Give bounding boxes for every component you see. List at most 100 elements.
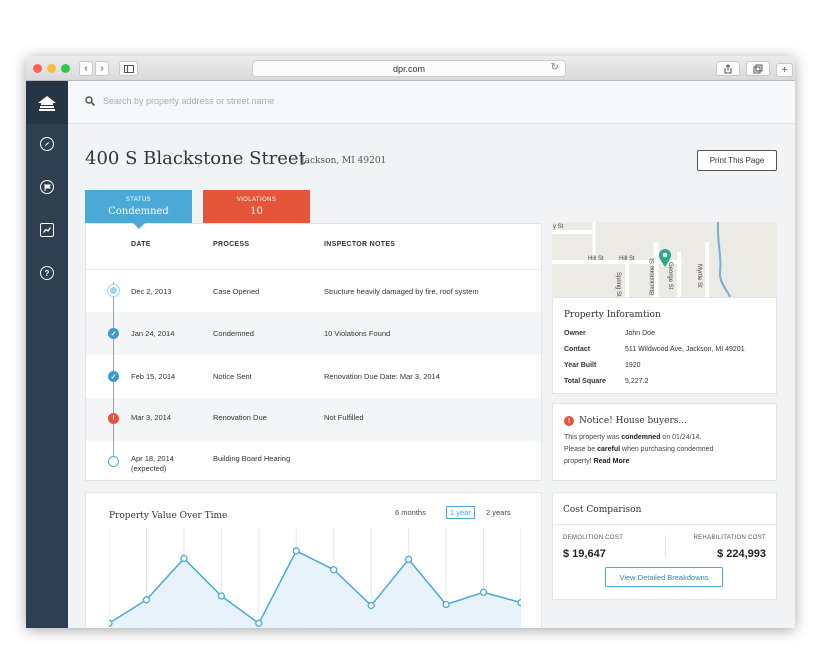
map-label: Myrtle St <box>696 264 702 288</box>
property-map[interactable]: y St Hill St Hill St Spring St Blackston… <box>552 222 777 297</box>
row-date: Dec 2, 2013 <box>131 287 172 296</box>
new-tab-icon[interactable]: + <box>776 63 793 77</box>
chart-point[interactable] <box>517 598 521 607</box>
check-icon: ✓ <box>108 371 119 382</box>
owner-value: John Doe <box>625 330 655 337</box>
minimize-window-button[interactable] <box>47 64 56 73</box>
help-icon[interactable]: ? <box>40 266 54 280</box>
browser-titlebar: ‹ › dpr.com ↻ + <box>26 56 795 81</box>
row-process: Condemned <box>213 329 254 338</box>
cost-comparison-card: Cost Comparison DEMOLITION COST $ 19,647… <box>552 492 777 600</box>
contact-label: Contact <box>564 346 591 353</box>
violations-label: VIOLATIONS <box>236 197 277 203</box>
tab-caret <box>133 223 145 229</box>
read-more-link[interactable]: Read More <box>594 458 630 465</box>
row-notes: Structure heavily damaged by fire, roof … <box>324 287 479 296</box>
chart-icon[interactable] <box>40 223 54 237</box>
map-label: Spring St <box>615 272 621 297</box>
map-label: Blackstone St <box>650 258 656 295</box>
chart-point[interactable] <box>442 600 450 609</box>
timeline-card: DATE PROCESS INSPECTOR NOTES Dec 2, 2013… <box>85 223 542 481</box>
divider <box>553 524 776 525</box>
range-1-year[interactable]: 1 year <box>446 506 475 519</box>
demolition-label: DEMOLITION COST <box>563 535 624 541</box>
table-row[interactable]: Dec 2, 2013 Case Opened Structure heavil… <box>86 269 541 312</box>
flag-icon[interactable] <box>40 180 54 194</box>
table-row[interactable]: Feb 15, 2014 Notice Sent Renovation Due … <box>86 355 541 398</box>
chart-point[interactable] <box>292 547 300 555</box>
property-info-title: Property Inforamtion <box>564 310 661 320</box>
chart-area <box>109 550 521 628</box>
search-icon <box>85 96 95 106</box>
row-date: Jan 24, 2014 <box>131 329 175 338</box>
chart-plot <box>109 528 521 628</box>
home-logo-icon[interactable] <box>26 81 68 124</box>
chart-point[interactable] <box>479 588 488 596</box>
row-date-note: (expected) <box>131 464 167 473</box>
divider <box>665 535 666 557</box>
map-label: y St <box>553 224 564 230</box>
search-bar[interactable]: Search by property address or street nam… <box>68 81 795 124</box>
chart-point[interactable] <box>109 619 113 627</box>
address-bar[interactable]: dpr.com ↻ <box>252 60 566 77</box>
range-6-months[interactable]: 6 months <box>395 508 426 517</box>
maximize-window-button[interactable] <box>61 64 70 73</box>
range-2-years[interactable]: 2 years <box>486 508 511 517</box>
row-process: Notice Sent <box>213 372 252 381</box>
alert-icon: ! <box>108 413 119 424</box>
chart-point[interactable] <box>255 619 263 627</box>
cost-title: Cost Comparison <box>563 505 642 515</box>
url-text: dpr.com <box>392 63 425 74</box>
chart-point[interactable] <box>330 566 338 574</box>
search-input[interactable]: Search by property address or street nam… <box>103 96 274 106</box>
check-icon: ✓ <box>108 328 119 339</box>
chart-point[interactable] <box>404 555 413 564</box>
total-square-label: Total Square <box>564 378 606 385</box>
timeline-line <box>113 282 114 457</box>
chart-point[interactable] <box>367 601 375 610</box>
status-tab[interactable]: STATUS Condemned <box>85 190 192 223</box>
tabs-overview-icon[interactable] <box>746 61 770 76</box>
row-date: Mar 3, 2014 <box>131 413 172 422</box>
chart-point[interactable] <box>180 554 188 563</box>
map-pin-icon[interactable] <box>658 248 672 268</box>
table-row[interactable]: Apr 18, 2014 (expected) Building Board H… <box>86 441 541 484</box>
chart-point[interactable] <box>217 592 226 600</box>
table-row[interactable]: Mar 3, 2014 Renovation Due Not Fulfilled <box>86 398 541 441</box>
sidebar: ? <box>26 81 68 628</box>
violations-tab[interactable]: VIOLATIONS 10 <box>203 190 310 223</box>
alert-icon: ! <box>564 416 574 426</box>
row-date: Feb 15, 2014 <box>131 372 176 381</box>
violations-value: 10 <box>250 206 263 217</box>
table-row[interactable]: Jan 24, 2014 Condemned 10 Violations Fou… <box>86 312 541 355</box>
year-built-value: 1920 <box>625 362 641 369</box>
total-square-value: 5,227.2 <box>625 378 649 385</box>
view-breakdowns-button[interactable]: View Detailed Breakdowns <box>605 567 723 587</box>
forward-icon[interactable]: › <box>95 61 109 76</box>
notice-text: Please be <box>564 446 598 453</box>
notice-text: on 01/24/14. <box>660 434 702 441</box>
notice-body: This property was condemned on 01/24/14.… <box>564 432 769 468</box>
row-notes: Not Fulfilled <box>324 413 364 422</box>
row-process: Renovation Due <box>213 413 267 422</box>
reload-icon[interactable]: ↻ <box>551 62 559 73</box>
compass-icon[interactable] <box>40 137 54 151</box>
close-window-button[interactable] <box>33 64 42 73</box>
row-process: Building Board Hearing <box>213 454 291 463</box>
chart-point[interactable] <box>142 596 151 604</box>
sidebar-toggle-icon[interactable] <box>119 61 138 76</box>
contact-value: 511 Wildwood Ave, Jackson, MI 49201 <box>625 346 745 353</box>
notice-text: property! <box>564 458 594 465</box>
share-icon[interactable] <box>716 61 740 76</box>
page-title: 400 S Blackstone Street <box>85 148 306 169</box>
pending-dot-icon <box>108 456 119 467</box>
browser-window: ‹ › dpr.com ↻ + ? Search by property add… <box>26 56 795 628</box>
demolition-value: $ 19,647 <box>563 548 606 560</box>
status-value: Condemned <box>108 206 169 217</box>
print-button[interactable]: Print This Page <box>697 150 777 171</box>
property-info-card: Property Inforamtion Owner John Doe Cont… <box>552 297 777 394</box>
row-date: Apr 18, 2014 <box>131 454 174 463</box>
back-icon[interactable]: ‹ <box>79 61 93 76</box>
rehab-label: REHABILITATION COST <box>693 535 766 541</box>
notice-text: This property was <box>564 434 622 441</box>
